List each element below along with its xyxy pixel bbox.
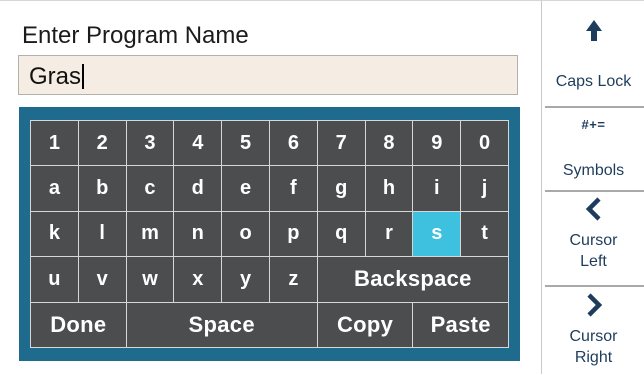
key-v[interactable]: v	[78, 257, 126, 302]
key-w[interactable]: w	[126, 257, 174, 302]
caps-lock-button[interactable]: Caps Lock	[542, 19, 644, 92]
chevron-left-icon	[585, 197, 601, 221]
arrow-up-icon	[585, 20, 602, 41]
side-divider	[545, 190, 644, 192]
key-i[interactable]: i	[413, 166, 461, 211]
key-f[interactable]: f	[269, 166, 317, 211]
program-name-input[interactable]: Gras	[18, 55, 518, 95]
cursor-left-button[interactable]: Cursor Left	[542, 196, 644, 272]
key-l[interactable]: l	[78, 211, 126, 257]
key-0[interactable]: 0	[461, 121, 508, 166]
key-e[interactable]: e	[222, 166, 269, 211]
key-h[interactable]: h	[365, 166, 413, 211]
key-d[interactable]: d	[174, 166, 222, 211]
key-7[interactable]: 7	[317, 121, 365, 166]
key-4[interactable]: 4	[174, 121, 222, 166]
side-divider	[545, 285, 644, 287]
key-8[interactable]: 8	[365, 121, 413, 166]
page-title: Enter Program Name	[22, 22, 249, 49]
caps-lock-label: Caps Lock	[555, 73, 632, 90]
key-q[interactable]: q	[317, 211, 365, 257]
copy-key[interactable]: Copy	[317, 302, 413, 347]
cursor-right-button[interactable]: Cursor Right	[542, 292, 644, 368]
program-name-panel: Enter Program Name Gras 1234567890 abcdef…	[0, 0, 541, 375]
key-m[interactable]: m	[126, 211, 174, 257]
key-6[interactable]: 6	[269, 121, 317, 166]
key-y[interactable]: y	[222, 257, 269, 302]
key-u[interactable]: u	[31, 257, 78, 302]
key-1[interactable]: 1	[31, 121, 78, 166]
program-name-value: Gras	[29, 63, 82, 90]
on-screen-keyboard: 1 2 3 4 5 6 7 8 9 0 a b c d e f g h i j k l m n o p q r s t u v w x y z Back…	[19, 107, 520, 361]
space-key[interactable]: Space	[126, 302, 317, 347]
backspace-key[interactable]: Backspace	[317, 257, 508, 302]
symbols-button[interactable]: #+= Symbols	[542, 117, 644, 181]
key-s[interactable]: s	[413, 211, 461, 257]
key-g[interactable]: g	[317, 166, 365, 211]
key-r[interactable]: r	[365, 211, 413, 257]
text-cursor	[82, 64, 85, 89]
key-2[interactable]: 2	[78, 121, 126, 166]
paste-key[interactable]: Paste	[413, 302, 508, 347]
key-5[interactable]: 5	[222, 121, 269, 166]
key-x[interactable]: x	[174, 257, 222, 302]
key-k[interactable]: k	[31, 211, 78, 257]
key-p[interactable]: p	[269, 211, 317, 257]
side-button-panel: Caps Lock #+= Symbols Cursor Left Cursor…	[541, 0, 644, 374]
key-t[interactable]: t	[461, 211, 508, 257]
chevron-right-icon	[586, 293, 602, 317]
cursor-right-label: Cursor Right	[569, 328, 618, 366]
keyboard-grid: 1 2 3 4 5 6 7 8 9 0 a b c d e f g h i j k l m n o p q r s t u v w x y z Back…	[30, 120, 509, 348]
key-j[interactable]: j	[461, 166, 508, 211]
side-divider	[545, 106, 644, 108]
key-c[interactable]: c	[126, 166, 174, 211]
key-n[interactable]: n	[174, 211, 222, 257]
key-3[interactable]: 3	[126, 121, 174, 166]
symbols-icon: #+=	[581, 117, 606, 132]
key-9[interactable]: 9	[413, 121, 461, 166]
key-a[interactable]: a	[31, 166, 78, 211]
key-b[interactable]: b	[78, 166, 126, 211]
symbols-label: Symbols	[562, 162, 625, 179]
cursor-left-label: Cursor Left	[569, 232, 618, 270]
key-o[interactable]: o	[222, 211, 269, 257]
key-z[interactable]: z	[269, 257, 317, 302]
done-key[interactable]: Done	[31, 302, 126, 347]
